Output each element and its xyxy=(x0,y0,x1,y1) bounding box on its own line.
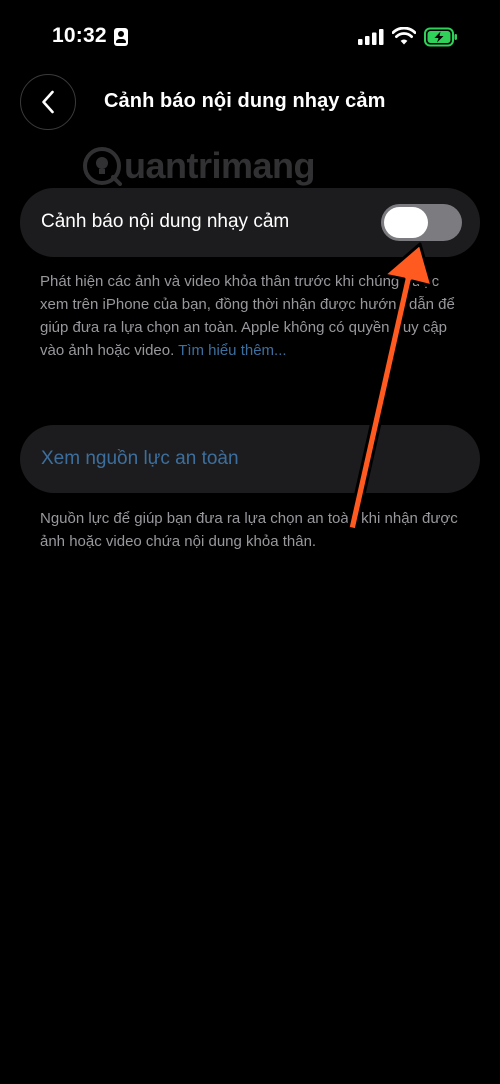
cellular-signal-icon xyxy=(358,29,384,45)
page-title: Cảnh báo nội dung nhạy cảm xyxy=(104,90,386,112)
toggle-knob xyxy=(384,207,428,238)
learn-more-link[interactable]: Tìm hiểu thêm... xyxy=(178,342,286,359)
resources-description: Nguồn lực để giúp bạn đưa ra lựa chọn an… xyxy=(40,510,458,550)
status-bar: 10:32 xyxy=(0,0,500,76)
sensitive-content-toggle[interactable] xyxy=(381,204,462,241)
view-safety-resources-button[interactable]: Xem nguồn lực an toàn xyxy=(20,425,480,493)
battery-charging-icon xyxy=(424,27,457,47)
toggle-description: Phát hiện các ảnh và video khỏa thân trư… xyxy=(40,270,470,362)
back-button[interactable] xyxy=(20,74,76,130)
sensitive-content-toggle-row: Cảnh báo nội dung nhạy cảm xyxy=(20,188,480,257)
chevron-left-icon xyxy=(42,90,54,114)
watermark: uantrimang xyxy=(82,145,316,187)
watermark-text: uantrimang xyxy=(124,145,316,186)
toggle-label: Cảnh báo nội dung nhạy cảm xyxy=(41,211,290,232)
lightbulb-logo-icon xyxy=(83,147,122,186)
contact-card-icon xyxy=(114,28,128,46)
status-time: 10:32 xyxy=(52,24,107,47)
view-safety-resources-label: Xem nguồn lực an toàn xyxy=(41,448,239,469)
wifi-icon xyxy=(392,27,416,45)
